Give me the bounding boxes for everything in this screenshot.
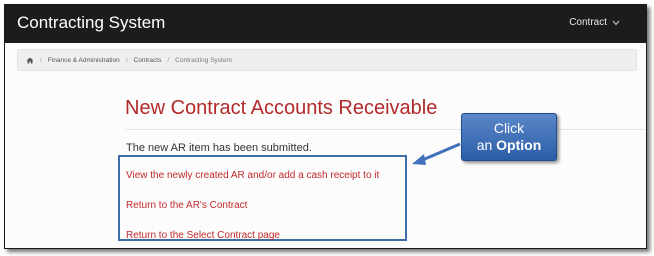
contract-menu-label: Contract bbox=[569, 17, 607, 28]
view-ar-link[interactable]: View the newly created AR and/or add a c… bbox=[126, 170, 379, 181]
click-option-callout: Click an Option bbox=[461, 113, 557, 161]
callout-line-2-prefix: an bbox=[476, 137, 493, 153]
callout-arrow-icon bbox=[412, 142, 461, 165]
breadcrumb-finance[interactable]: Finance & Administration bbox=[48, 57, 120, 64]
options-highlight-box bbox=[118, 155, 407, 241]
breadcrumb-separator: / bbox=[40, 56, 42, 64]
breadcrumb-contracting-system: Contracting System bbox=[175, 56, 232, 64]
app-title: Contracting System bbox=[17, 13, 166, 32]
home-icon[interactable] bbox=[26, 57, 34, 64]
chevron-down-icon bbox=[612, 20, 620, 25]
callout-line-2-bold: Option bbox=[496, 137, 542, 153]
submitted-message: The new AR item has been submitted. bbox=[126, 142, 312, 154]
contract-menu[interactable]: Contract bbox=[569, 17, 620, 28]
browser-frame: Contracting System Contract / Finance & … bbox=[4, 4, 647, 249]
callout-line-1: Click bbox=[493, 120, 525, 136]
breadcrumb-contracts[interactable]: Contracts bbox=[134, 57, 162, 64]
top-navbar: Contracting System Contract bbox=[5, 5, 646, 43]
breadcrumb-separator: / bbox=[167, 56, 170, 64]
return-to-select-contract-link[interactable]: Return to the Select Contract page bbox=[126, 230, 280, 241]
title-divider bbox=[125, 129, 646, 130]
breadcrumb-separator: / bbox=[125, 56, 128, 64]
return-to-contract-link[interactable]: Return to the AR's Contract bbox=[126, 200, 247, 211]
breadcrumb: / Finance & Administration / Contracts /… bbox=[17, 49, 637, 71]
page-title: New Contract Accounts Receivable bbox=[125, 97, 438, 119]
callout-line-2: an Option bbox=[462, 137, 556, 154]
